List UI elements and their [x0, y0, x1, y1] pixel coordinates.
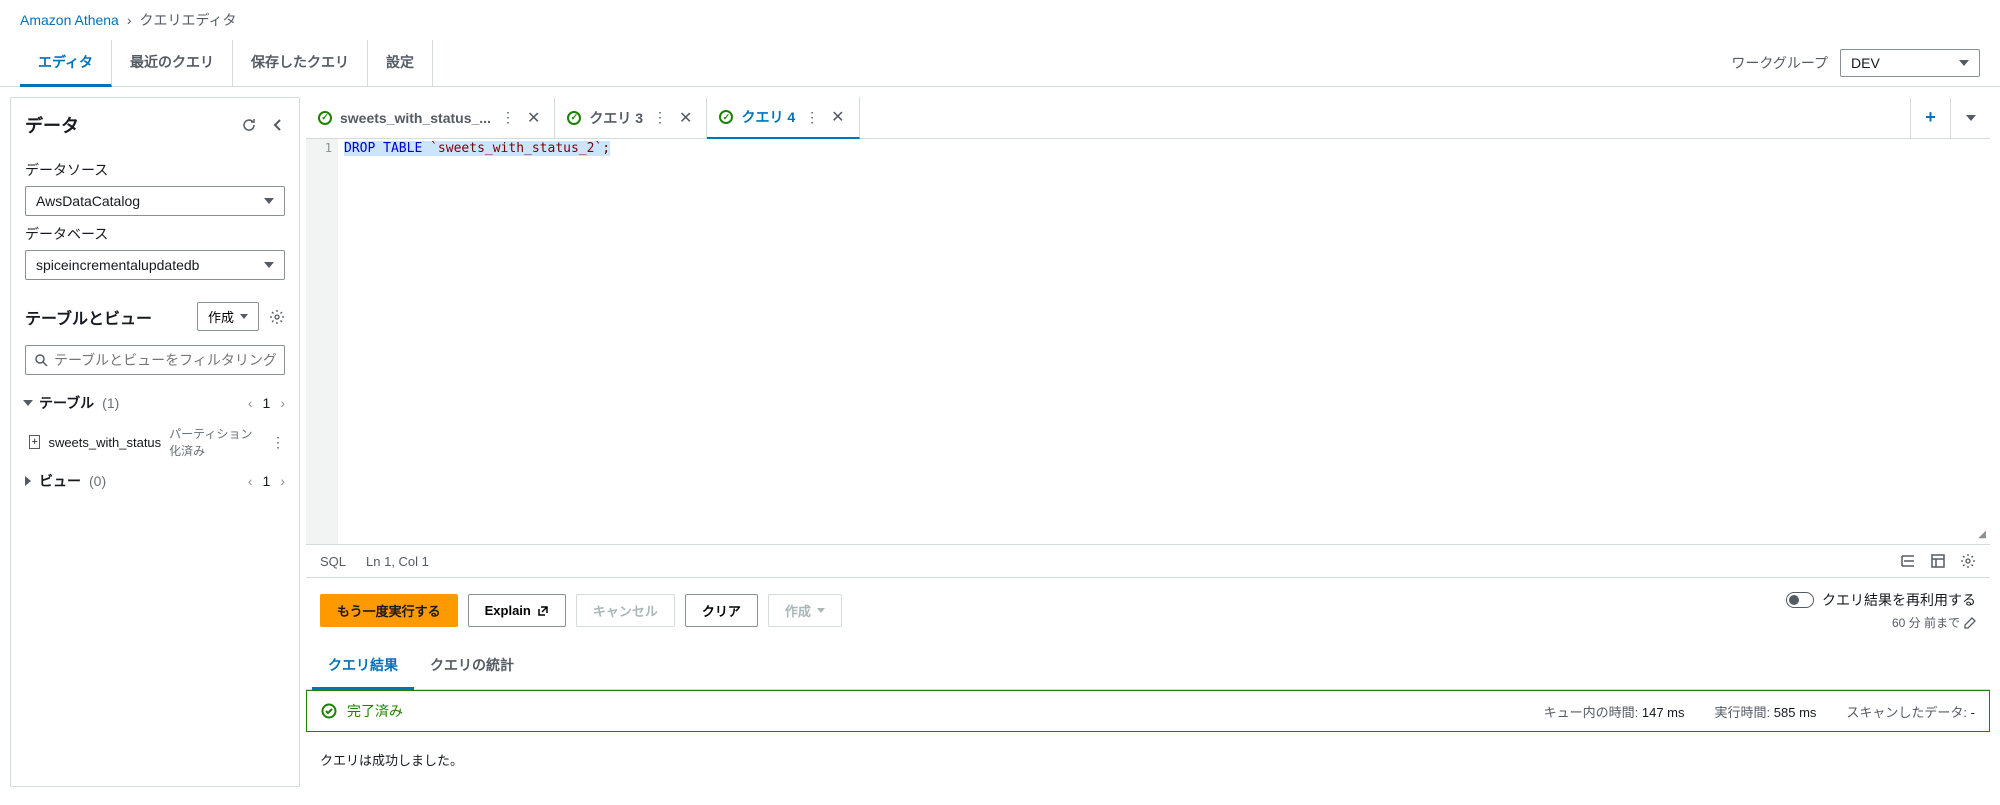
run-time-value: 585 ms — [1774, 705, 1817, 720]
create-table-view-button[interactable]: 作成 — [197, 302, 259, 331]
breadcrumb-current: クエリエディタ — [140, 10, 237, 30]
editor-tab-3[interactable]: ✓ クエリ 4 ⋮ ✕ — [707, 97, 859, 139]
results-tabs: クエリ結果 クエリの統計 — [306, 643, 1990, 690]
editor-tab-1-label: sweets_with_status_... — [340, 110, 491, 126]
tables-prev-page-icon[interactable]: ‹ — [248, 395, 253, 411]
tab-editor[interactable]: エディタ — [20, 40, 112, 87]
editor-tab-1-menu-icon[interactable]: ⋮ — [499, 109, 517, 126]
datasource-label: データソース — [25, 160, 285, 180]
table-item-menu-icon[interactable]: ⋮ — [271, 434, 285, 451]
format-icon[interactable] — [1900, 553, 1916, 569]
editor-gutter: 1 — [306, 139, 338, 544]
clear-button[interactable]: クリア — [685, 594, 758, 627]
workgroup-label: ワークグループ — [1731, 53, 1828, 73]
action-bar: もう一度実行する Explain キャンセル クリア 作成 クエリ結果を再利用す… — [306, 578, 1990, 643]
tables-caret-icon[interactable] — [23, 400, 33, 406]
editor-language: SQL — [320, 554, 346, 569]
scanned-data-label: スキャンしたデータ: — [1846, 705, 1967, 720]
editor-cursor-position: Ln 1, Col 1 — [366, 554, 429, 569]
editor-tab-1-close-icon[interactable]: ✕ — [525, 108, 542, 128]
status-success-icon: ✓ — [719, 110, 733, 124]
tables-views-title: テーブルとビュー — [25, 305, 152, 329]
datasource-select[interactable]: AwsDataCatalog — [25, 186, 285, 216]
editor-status-bar: SQL Ln 1, Col 1 — [306, 545, 1990, 578]
editor-tab-1[interactable]: ✓ sweets_with_status_... ⋮ ✕ — [306, 98, 555, 138]
views-tree-header[interactable]: ビュー (0) ‹ 1 › — [25, 465, 285, 497]
main-tabs-row: エディタ 最近のクエリ 保存したクエリ 設定 ワークグループ DEV — [0, 40, 2000, 87]
table-item[interactable]: + sweets_with_status パーティション化済み ⋮ — [25, 419, 285, 465]
table-view-filter-input[interactable] — [54, 352, 276, 368]
layout-icon[interactable] — [1930, 553, 1946, 569]
database-label: データベース — [25, 224, 285, 244]
resize-handle-icon[interactable]: ◢ — [1978, 529, 1986, 540]
cancel-button: キャンセル — [576, 594, 675, 627]
add-tab-button[interactable]: + — [1910, 98, 1950, 138]
result-message: クエリは成功しました。 — [306, 732, 1990, 787]
editor-tab-2-label: クエリ 3 — [589, 108, 643, 128]
tab-settings[interactable]: 設定 — [368, 40, 433, 86]
results-tab-stats[interactable]: クエリの統計 — [414, 643, 530, 689]
editor-tab-2-menu-icon[interactable]: ⋮ — [651, 109, 669, 126]
tables-label: テーブル — [39, 393, 94, 413]
sidebar-title: データ — [25, 112, 79, 138]
views-prev-page-icon[interactable]: ‹ — [248, 473, 253, 489]
search-icon — [34, 353, 48, 367]
gear-icon[interactable] — [269, 309, 285, 325]
workgroup-select[interactable]: DEV — [1840, 49, 1980, 77]
breadcrumb: Amazon Athena › クエリエディタ — [0, 0, 2000, 40]
query-status-banner: 完了済み キュー内の時間: 147 ms 実行時間: 585 ms スキャンした… — [306, 690, 1990, 732]
tables-page-number: 1 — [263, 395, 271, 411]
table-view-filter[interactable] — [25, 345, 285, 375]
tab-recent-queries[interactable]: 最近のクエリ — [112, 40, 233, 86]
results-tab-results[interactable]: クエリ結果 — [312, 643, 414, 690]
tab-saved-queries[interactable]: 保存したクエリ — [233, 40, 368, 86]
edit-reuse-time-icon[interactable] — [1964, 617, 1976, 629]
editor-tab-2-close-icon[interactable]: ✕ — [677, 108, 694, 128]
status-success-icon: ✓ — [318, 111, 332, 125]
line-number: 1 — [312, 141, 332, 155]
run-again-button[interactable]: もう一度実行する — [320, 594, 458, 627]
run-time-label: 実行時間: — [1715, 705, 1771, 720]
reuse-results-toggle[interactable] — [1786, 592, 1814, 608]
table-item-name: sweets_with_status — [48, 435, 161, 450]
sql-editor[interactable]: 1 DROP TABLE `sweets_with_status_2`; ◢ — [306, 139, 1990, 545]
editor-tabs: ✓ sweets_with_status_... ⋮ ✕ ✓ クエリ 3 ⋮ ✕… — [306, 97, 1990, 139]
queue-time-label: キュー内の時間: — [1544, 705, 1639, 720]
database-select[interactable]: spiceincrementalupdatedb — [25, 250, 285, 280]
query-status-text: 完了済み — [347, 701, 403, 721]
views-caret-icon[interactable] — [25, 476, 31, 486]
views-page-number: 1 — [263, 473, 271, 489]
queue-time-value: 147 ms — [1642, 705, 1685, 720]
external-link-icon — [537, 605, 549, 617]
refresh-icon[interactable] — [241, 117, 257, 133]
editor-settings-icon[interactable] — [1960, 553, 1976, 569]
create-menu-button: 作成 — [768, 594, 842, 627]
reuse-time-text: 60 分 前まで — [1892, 614, 1960, 631]
reuse-results-label: クエリ結果を再利用する — [1822, 590, 1976, 610]
editor-content[interactable]: DROP TABLE `sweets_with_status_2`; — [338, 139, 1990, 544]
editor-tab-3-close-icon[interactable]: ✕ — [829, 107, 846, 127]
tables-count: (1) — [102, 395, 119, 411]
editor-tab-3-label: クエリ 4 — [741, 107, 795, 127]
scanned-data-value: - — [1971, 705, 1975, 720]
breadcrumb-separator: › — [127, 12, 132, 28]
views-next-page-icon[interactable]: › — [280, 473, 285, 489]
tables-next-page-icon[interactable]: › — [280, 395, 285, 411]
breadcrumb-service-link[interactable]: Amazon Athena — [20, 12, 119, 28]
tab-menu-button[interactable] — [1950, 98, 1990, 138]
editor-area: ✓ sweets_with_status_... ⋮ ✕ ✓ クエリ 3 ⋮ ✕… — [306, 97, 1990, 787]
collapse-sidebar-icon[interactable] — [271, 118, 285, 132]
expand-table-icon[interactable]: + — [29, 435, 40, 449]
editor-tab-3-menu-icon[interactable]: ⋮ — [803, 109, 821, 126]
status-success-icon: ✓ — [567, 111, 581, 125]
data-sidebar: データ データソース AwsDataCatalog データベース spicein… — [10, 97, 300, 787]
editor-tab-2[interactable]: ✓ クエリ 3 ⋮ ✕ — [555, 98, 707, 138]
views-count: (0) — [89, 473, 106, 489]
views-label: ビュー — [39, 471, 81, 491]
tables-tree-header[interactable]: テーブル (1) ‹ 1 › — [25, 387, 285, 419]
explain-button[interactable]: Explain — [468, 594, 566, 627]
success-check-icon — [321, 703, 337, 719]
table-item-badge: パーティション化済み — [169, 425, 263, 459]
